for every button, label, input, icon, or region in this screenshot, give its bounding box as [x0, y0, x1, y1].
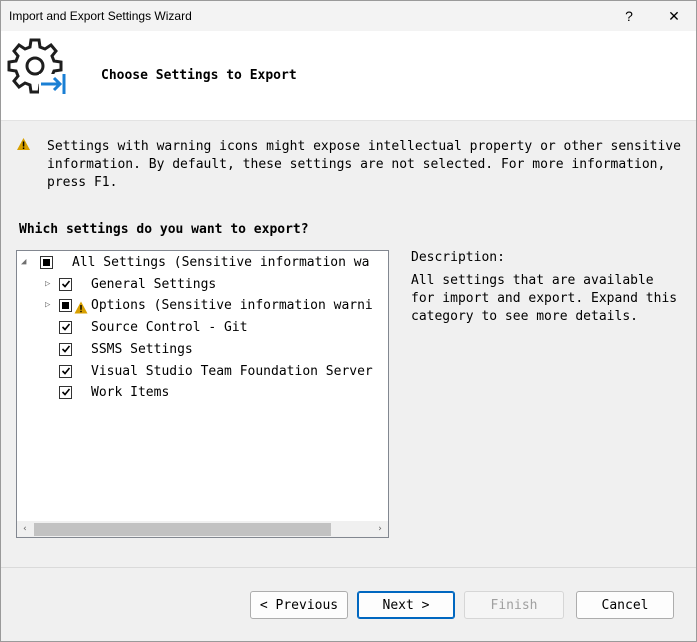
help-button[interactable]: ? — [607, 1, 651, 31]
all-settings-checkbox[interactable] — [40, 256, 53, 269]
tree-item-source-control[interactable]: Source Control - Git — [17, 317, 388, 339]
scrollbar-thumb[interactable] — [34, 523, 331, 536]
description-text: All settings that are available for impo… — [411, 273, 678, 324]
work-items-checkbox[interactable] — [59, 386, 72, 399]
wizard-header: Choose Settings to Export — [1, 31, 696, 121]
settings-export-icon — [5, 36, 69, 96]
page-title: Choose Settings to Export — [101, 68, 297, 83]
tree-item-general-settings[interactable]: ▷ General Settings — [17, 274, 388, 296]
scroll-right-icon[interactable]: › — [373, 522, 387, 536]
tree-item-all-settings[interactable]: ◢ All Settings (Sensitive information wa — [17, 252, 388, 274]
tree-item-label: SSMS Settings — [91, 342, 193, 357]
previous-button[interactable]: < Previous — [250, 591, 348, 619]
close-button[interactable]: ✕ — [652, 1, 696, 31]
footer-divider — [1, 567, 696, 568]
description-label: Description: — [411, 250, 505, 265]
title-bar: Import and Export Settings Wizard ? ✕ — [1, 1, 696, 31]
tree-item-tfs[interactable]: Visual Studio Team Foundation Server — [17, 361, 388, 383]
tree-item-ssms-settings[interactable]: SSMS Settings — [17, 339, 388, 361]
warning-icon — [16, 136, 31, 155]
tree-item-label: General Settings — [91, 277, 217, 292]
cancel-button[interactable]: Cancel — [576, 591, 674, 619]
tree-item-label: Work Items — [91, 385, 170, 400]
tree-item-label: Source Control - Git — [91, 320, 248, 335]
export-question: Which settings do you want to export? — [19, 222, 309, 237]
tree-item-label: All Settings (Sensitive information wa — [72, 255, 370, 270]
expanded-arrow-icon[interactable]: ◢ — [21, 256, 31, 268]
tfs-checkbox[interactable] — [59, 365, 72, 378]
collapsed-arrow-icon[interactable]: ▷ — [45, 278, 55, 290]
options-checkbox[interactable] — [59, 299, 72, 312]
wizard-window: Import and Export Settings Wizard ? ✕ Ch… — [0, 0, 697, 642]
next-button[interactable]: Next > — [357, 591, 455, 619]
window-title: Import and Export Settings Wizard — [9, 9, 192, 23]
warning-text: Settings with warning icons might expose… — [47, 139, 681, 190]
collapsed-arrow-icon[interactable]: ▷ — [45, 299, 55, 311]
tree-item-options[interactable]: ▷ Options (Sensitive information warni — [17, 295, 388, 317]
scroll-left-icon[interactable]: ‹ — [18, 522, 32, 536]
settings-tree[interactable]: ◢ All Settings (Sensitive information wa… — [16, 250, 389, 538]
tree-item-label: Options (Sensitive information warni — [91, 298, 373, 313]
ssms-settings-checkbox[interactable] — [59, 343, 72, 356]
finish-button[interactable]: Finish — [464, 591, 564, 619]
tree-item-work-items[interactable]: Work Items — [17, 382, 388, 404]
warning-icon — [74, 299, 88, 318]
tree-item-label: Visual Studio Team Foundation Server — [91, 364, 373, 379]
source-control-checkbox[interactable] — [59, 321, 72, 334]
horizontal-scrollbar[interactable]: ‹ › — [17, 521, 388, 537]
general-settings-checkbox[interactable] — [59, 278, 72, 291]
